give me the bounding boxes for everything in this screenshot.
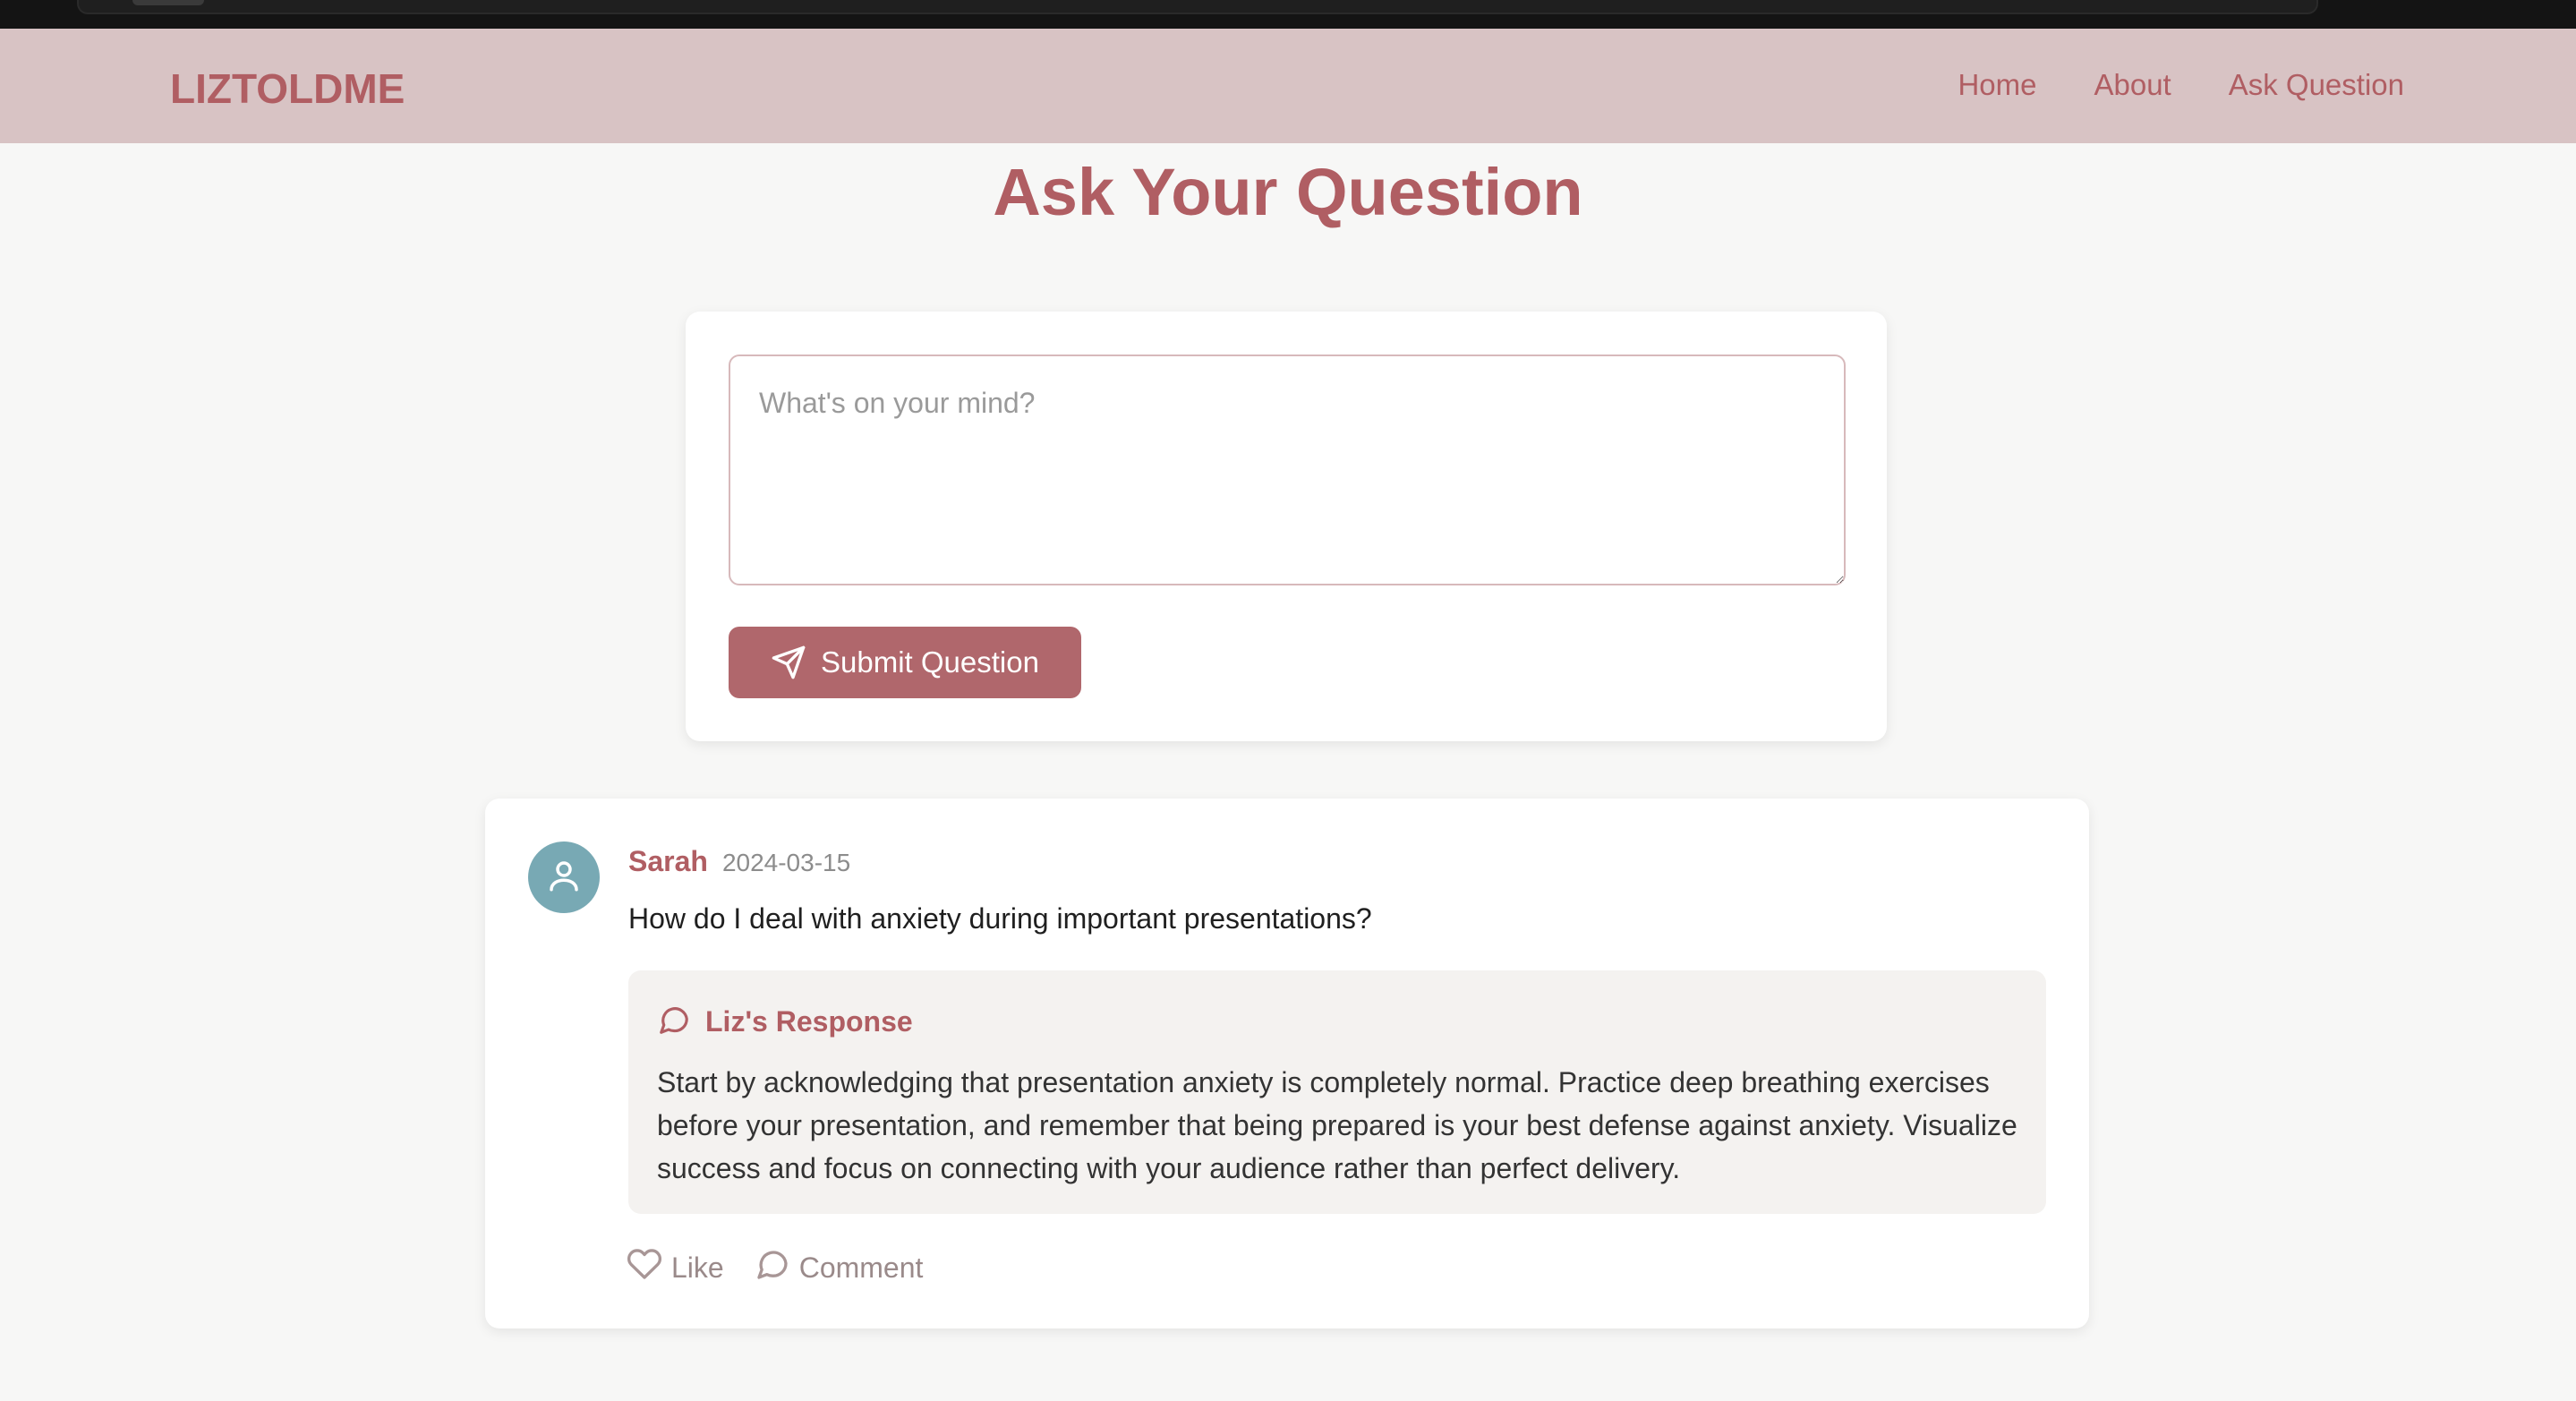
- user-icon: [545, 857, 583, 899]
- site-header: LIZTOLDME Home About Ask Question: [0, 29, 2576, 143]
- question-post-card: Sarah 2024-03-15 How do I deal with anxi…: [485, 799, 2089, 1328]
- heart-icon: [627, 1246, 662, 1289]
- browser-frame-chip: [132, 0, 204, 5]
- like-label: Like: [671, 1251, 724, 1284]
- response-header: Liz's Response: [657, 1003, 2017, 1041]
- page-title: Ask Your Question: [993, 155, 1583, 229]
- post-question-text: How do I deal with anxiety during import…: [628, 902, 1372, 935]
- site-logo[interactable]: LIZTOLDME: [170, 64, 405, 113]
- nav-about-link[interactable]: About: [2094, 68, 2171, 102]
- submit-question-label: Submit Question: [821, 645, 1039, 679]
- main-nav: Home About Ask Question: [1958, 68, 2404, 102]
- like-button[interactable]: Like: [627, 1246, 724, 1289]
- avatar: [528, 841, 600, 913]
- submit-question-button[interactable]: Submit Question: [729, 627, 1081, 698]
- post-author: Sarah: [628, 845, 708, 877]
- response-title: Liz's Response: [705, 1005, 913, 1038]
- comment-button[interactable]: Comment: [755, 1246, 924, 1289]
- post-meta: Sarah 2024-03-15: [628, 845, 850, 878]
- message-circle-icon: [657, 1003, 691, 1041]
- browser-top-strip: [0, 0, 2576, 29]
- question-input[interactable]: [729, 355, 1846, 585]
- comment-icon: [755, 1246, 790, 1289]
- nav-home-link[interactable]: Home: [1958, 68, 2036, 102]
- response-text: Start by acknowledging that presentation…: [657, 1066, 2017, 1184]
- post-actions: Like Comment: [627, 1246, 923, 1289]
- liz-response-box: Liz's Response Start by acknowledging th…: [628, 970, 2046, 1214]
- comment-label: Comment: [798, 1251, 924, 1284]
- ask-question-card: Submit Question: [686, 312, 1887, 741]
- post-date: 2024-03-15: [721, 849, 851, 876]
- send-icon: [771, 645, 806, 680]
- nav-ask-question-link[interactable]: Ask Question: [2229, 68, 2404, 102]
- browser-frame-edge: [77, 0, 2318, 14]
